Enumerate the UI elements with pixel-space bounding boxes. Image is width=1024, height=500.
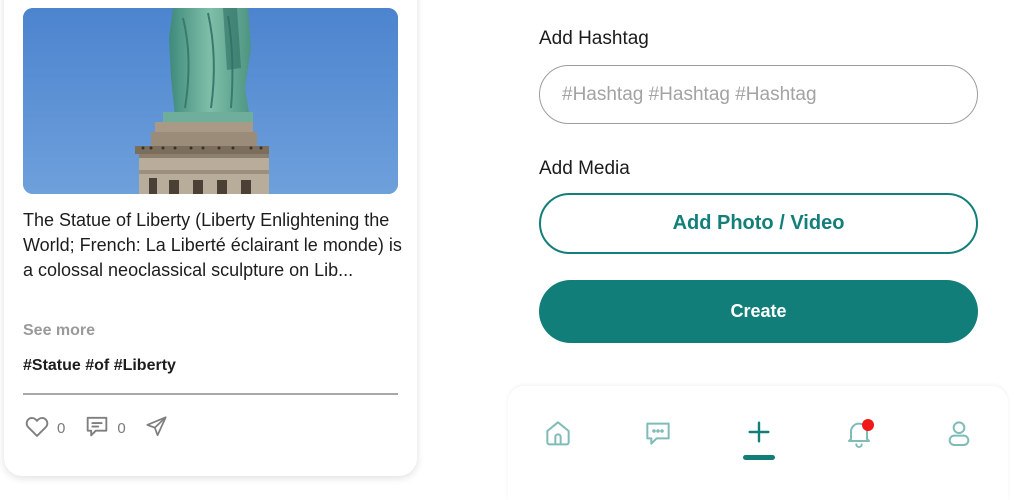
comment-button[interactable]: 0 bbox=[83, 412, 126, 445]
post-text: The Statue of Liberty (Liberty Enlighten… bbox=[23, 210, 402, 280]
share-button[interactable] bbox=[144, 413, 170, 444]
post-actions: 0 0 bbox=[23, 412, 188, 444]
active-tab-indicator bbox=[743, 455, 775, 460]
comment-icon bbox=[83, 412, 111, 445]
nav-home[interactable] bbox=[538, 415, 578, 455]
notification-badge bbox=[862, 419, 874, 431]
comment-count: 0 bbox=[117, 419, 126, 437]
add-photo-video-button[interactable]: Add Photo / Video bbox=[539, 193, 978, 254]
user-icon bbox=[943, 417, 975, 454]
see-more-link[interactable]: See more bbox=[23, 322, 95, 340]
create-button[interactable]: Create bbox=[539, 280, 978, 343]
like-count: 0 bbox=[57, 419, 66, 437]
heart-icon bbox=[23, 412, 51, 445]
statue-of-liberty-image bbox=[23, 8, 398, 194]
nav-create[interactable] bbox=[739, 414, 779, 454]
plus-icon bbox=[743, 416, 775, 453]
nav-messages[interactable] bbox=[638, 415, 678, 455]
media-label: Add Media bbox=[539, 158, 630, 179]
like-button[interactable]: 0 bbox=[23, 412, 65, 445]
divider bbox=[23, 393, 398, 395]
post-image[interactable] bbox=[23, 8, 398, 194]
chat-icon bbox=[642, 417, 674, 454]
home-icon bbox=[542, 417, 574, 454]
hashtag-input[interactable] bbox=[539, 65, 978, 124]
send-icon bbox=[144, 413, 170, 444]
post-hashtags[interactable]: #Statue #of #Liberty bbox=[23, 357, 176, 375]
hashtag-label: Add Hashtag bbox=[539, 28, 649, 49]
nav-profile[interactable] bbox=[939, 415, 979, 455]
